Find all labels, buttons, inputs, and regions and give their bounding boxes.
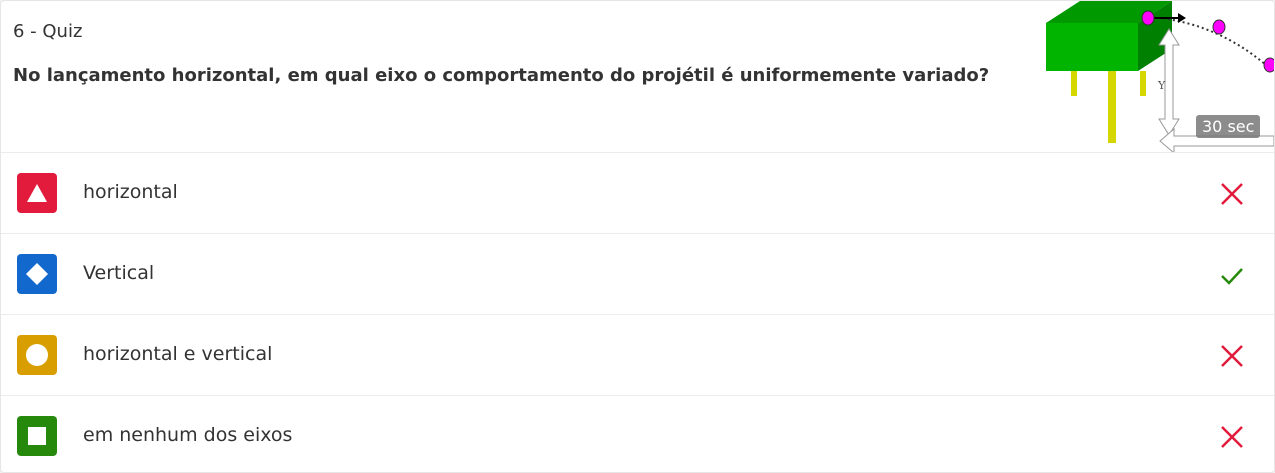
incorrect-x-icon (1221, 345, 1243, 367)
axis-label-y: Y (1157, 79, 1166, 92)
time-limit-badge: 30 sec (1196, 115, 1261, 138)
answer-option: em nenhum dos eixos (1, 396, 1274, 472)
incorrect-x-icon (1221, 426, 1243, 448)
diamond-icon (17, 254, 57, 294)
answer-options: horizontal Vertical horizontal e vertica… (1, 153, 1274, 472)
incorrect-x-icon (1221, 183, 1243, 205)
quiz-question-card: 6 - Quiz No lançamento horizontal, em qu… (0, 0, 1275, 473)
question-number: 6 - Quiz (13, 21, 83, 42)
answer-option: horizontal e vertical (1, 315, 1274, 396)
triangle-icon (17, 173, 57, 213)
question-text: No lançamento horizontal, em qual eixo o… (13, 65, 990, 86)
correct-check-icon (1221, 268, 1243, 285)
question-header: 6 - Quiz No lançamento horizontal, em qu… (1, 1, 1274, 153)
square-icon (17, 416, 57, 456)
answer-option: Vertical (1, 234, 1274, 315)
answer-option: horizontal (1, 153, 1274, 234)
answer-label: horizontal (83, 181, 178, 203)
answer-label: em nenhum dos eixos (83, 424, 293, 446)
answer-label: horizontal e vertical (83, 343, 273, 365)
answer-label: Vertical (83, 262, 155, 284)
circle-icon (17, 335, 57, 375)
